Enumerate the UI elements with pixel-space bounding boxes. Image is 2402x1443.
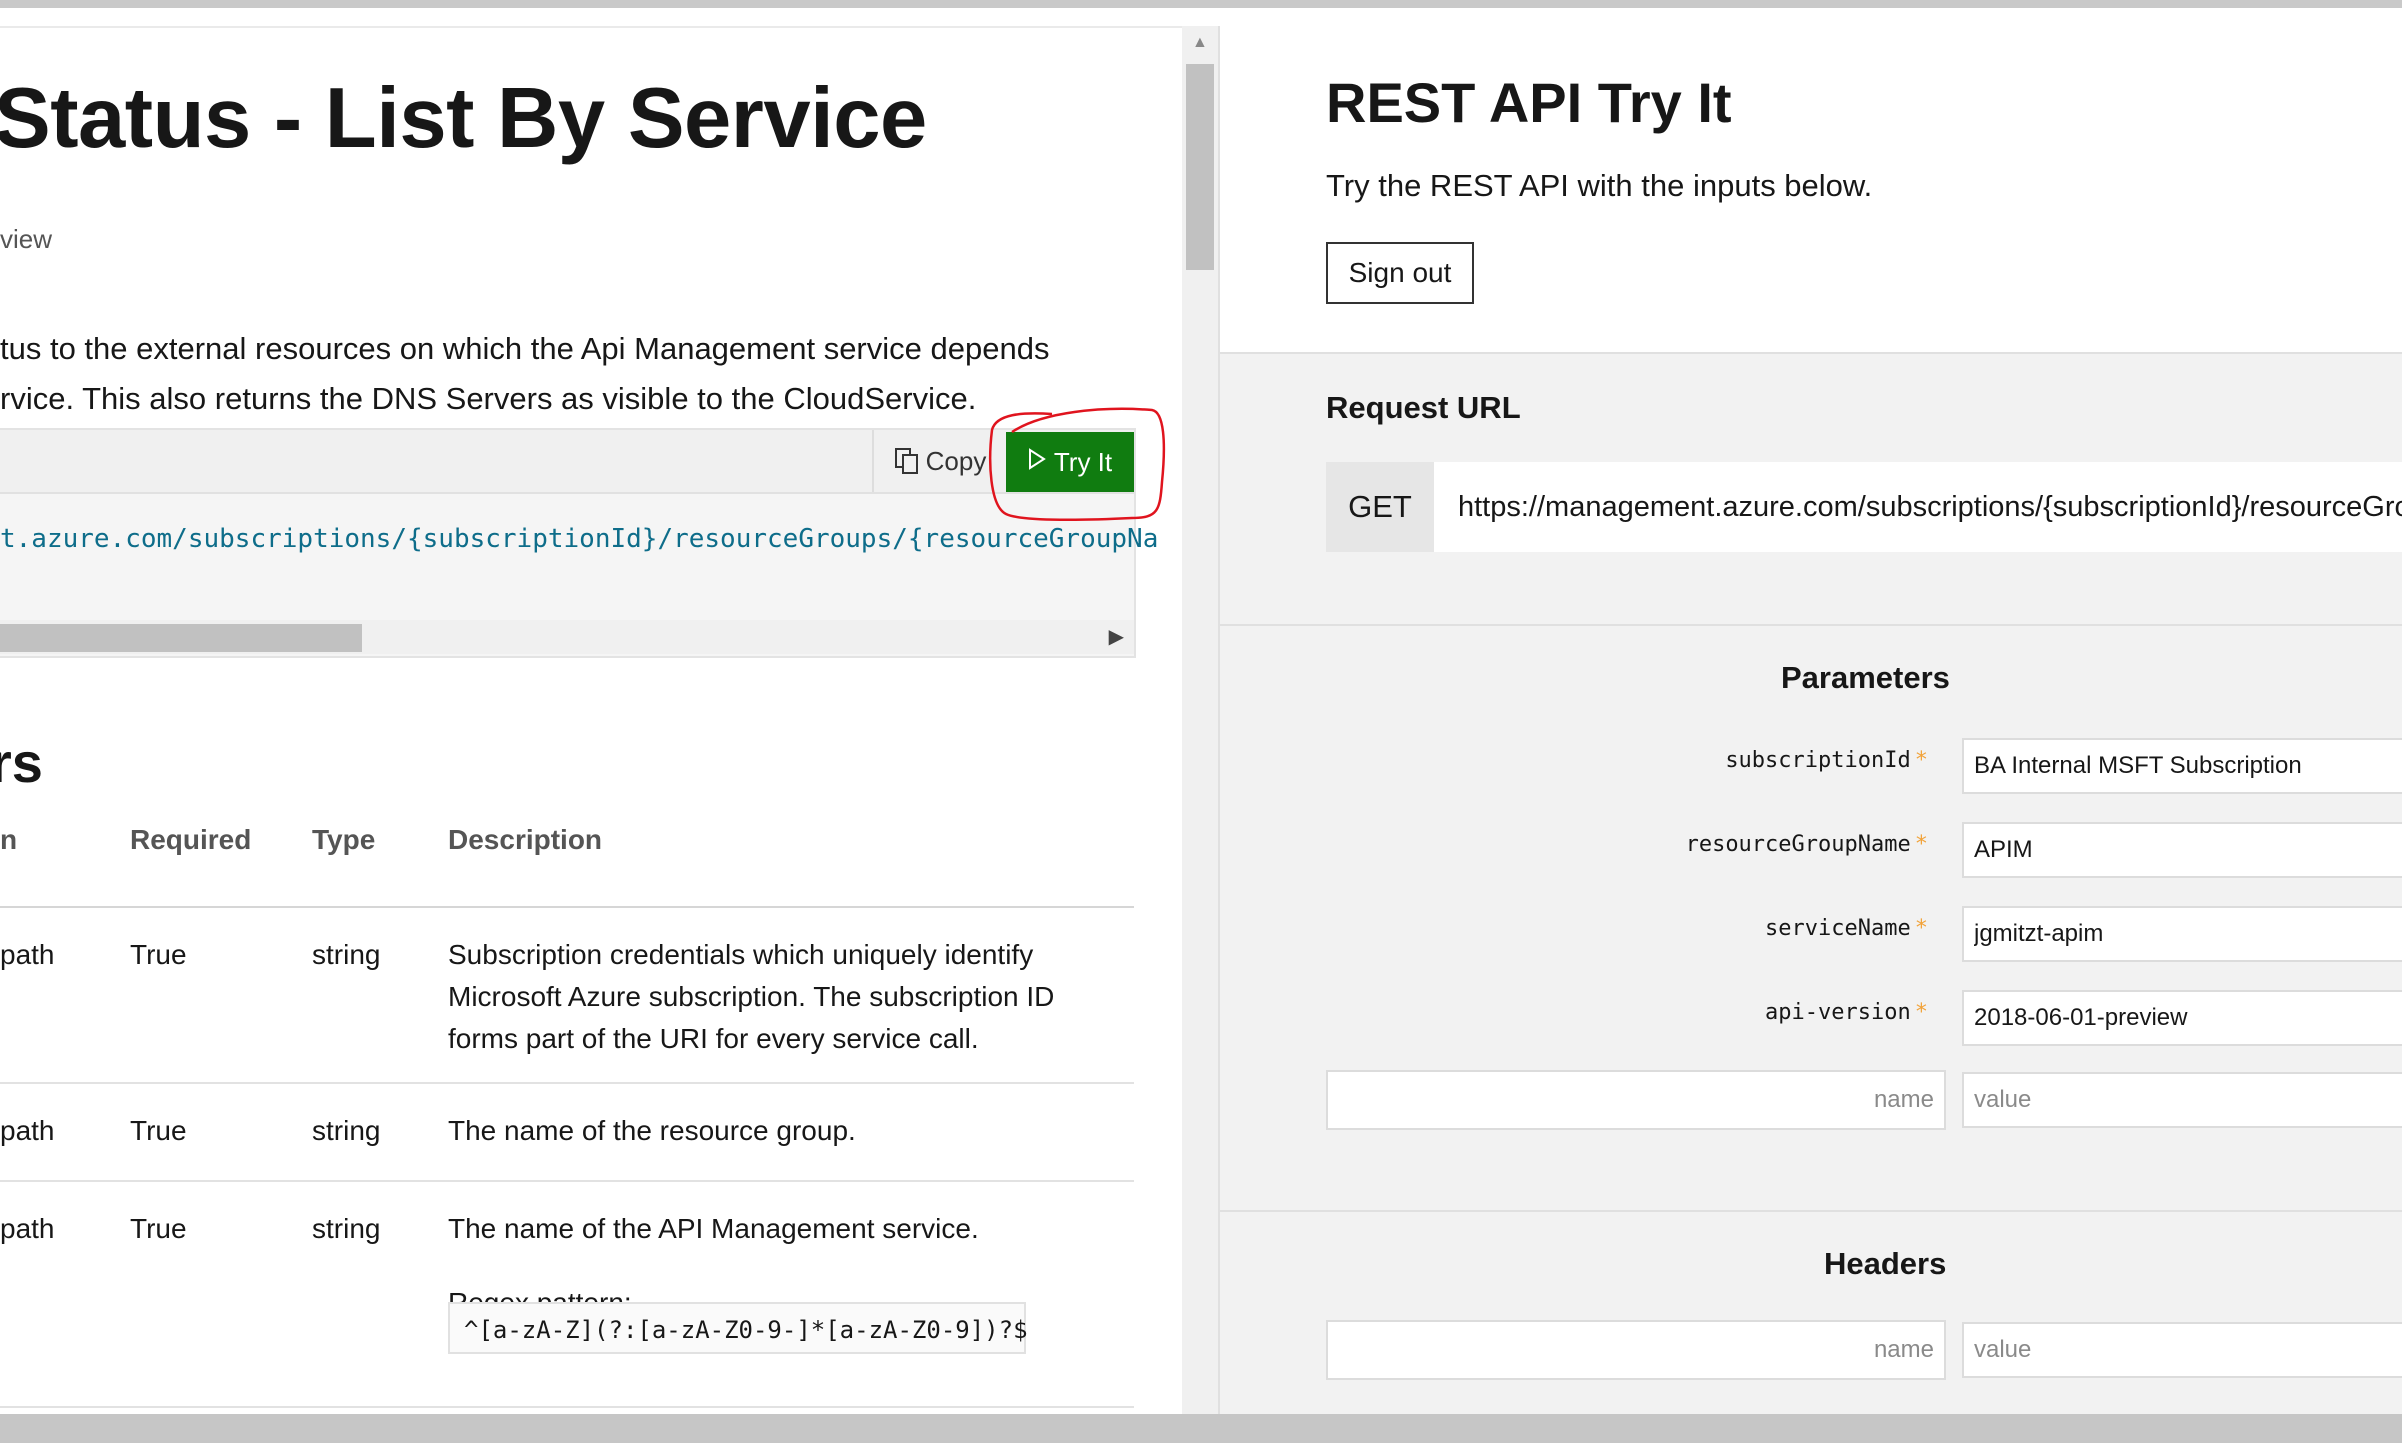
row-divider <box>0 1180 1134 1182</box>
resource-group-name-field[interactable] <box>1962 822 2402 878</box>
cell-required: True <box>130 1213 187 1244</box>
subscription-id-field[interactable] <box>1962 738 2402 794</box>
param-label-servicename: serviceName * <box>1765 916 1928 941</box>
red-annotation-circle <box>988 407 1166 522</box>
scrollbar-thumb[interactable] <box>1186 64 1214 270</box>
request-url-text: https://management.azure.com/subscriptio… <box>1458 491 2402 523</box>
try-it-title: REST API Try It <box>1326 71 1732 134</box>
request-url-code: t.azure.com/subscriptions/{subscriptionI… <box>0 524 1159 554</box>
column-header-type: Type <box>312 824 376 855</box>
section-divider <box>1220 624 2402 626</box>
try-it-subtitle: Try the REST API with the inputs below. <box>1326 168 1873 203</box>
vertical-scrollbar[interactable]: ▲ <box>1182 26 1218 1414</box>
description-line: tus to the external resources on which t… <box>0 331 1050 366</box>
operation-description: tus to the external resources on which t… <box>0 324 1140 424</box>
copy-label: Copy <box>925 445 987 476</box>
regex-pattern-code: ^[a-zA-Z](?:[a-zA-Z0-9-]*[a-zA-Z0-9])?$ <box>448 1302 1028 1354</box>
header-value-input[interactable] <box>1962 1322 2402 1378</box>
column-header-required: Required <box>130 824 252 855</box>
try-it-header: REST API Try It Try the REST API with th… <box>1220 26 2402 354</box>
copy-icon <box>894 447 920 475</box>
scroll-right-arrow-icon[interactable]: ▶ <box>1109 624 1124 649</box>
cell-type: string <box>312 939 381 970</box>
window-bottom-border <box>0 1414 2402 1443</box>
api-version-link[interactable]: view <box>0 224 52 255</box>
code-block-header: Copy Try It <box>0 430 1134 494</box>
cell-in: path <box>0 939 55 970</box>
cell-description: Subscription credentials which uniquely … <box>448 939 1055 1054</box>
cell-description: The name of the resource group. <box>448 1115 856 1146</box>
window-top-border <box>0 0 2402 8</box>
cell-type: string <box>312 1213 381 1244</box>
documentation-pane: Status - List By Service view tus to the… <box>0 26 1182 1416</box>
scrollbar-thumb[interactable] <box>0 624 362 652</box>
row-divider <box>0 1082 1134 1084</box>
cell-required: True <box>130 1115 187 1146</box>
param-label-api-version: api-version * <box>1765 1000 1928 1025</box>
page-title: Status - List By Service <box>0 71 927 166</box>
try-it-panel: REST API Try It Try the REST API with th… <box>1218 26 2402 1414</box>
cell-type: string <box>312 1115 381 1146</box>
cell-in: path <box>0 1115 55 1146</box>
request-url-bar: GET https://management.azure.com/subscri… <box>1326 462 2402 552</box>
scroll-up-arrow-icon[interactable]: ▲ <box>1192 34 1208 52</box>
service-name-field[interactable] <box>1962 906 2402 962</box>
code-horizontal-scrollbar[interactable]: ▶ <box>0 620 1134 654</box>
uri-parameters-heading: rs <box>0 731 43 794</box>
parameters-title: Parameters <box>1781 660 1950 695</box>
sign-out-button[interactable]: Sign out <box>1326 242 1474 304</box>
row-divider <box>0 1406 1134 1408</box>
headers-title: Headers <box>1824 1246 1947 1281</box>
header-divider <box>0 906 1134 908</box>
section-divider <box>1220 1210 2402 1212</box>
column-header-in: n <box>0 824 18 855</box>
http-request-code-block: Copy Try It t.azure.com/subscriptions/{s… <box>0 428 1158 658</box>
cell-description: The name of the API Management service. <box>448 1213 979 1244</box>
param-name-input[interactable] <box>1326 1070 1946 1130</box>
api-version-field[interactable] <box>1962 990 2402 1046</box>
cell-in: path <box>0 1213 55 1244</box>
param-label-resourcegroupname: resourceGroupName * <box>1685 832 1928 857</box>
header-name-input[interactable] <box>1326 1320 1946 1380</box>
request-url-label: Request URL <box>1326 390 1521 425</box>
column-header-description: Description <box>448 824 603 855</box>
param-label-subscriptionid: subscriptionId * <box>1725 748 1928 773</box>
http-method-badge: GET <box>1326 462 1434 552</box>
param-value-input[interactable] <box>1962 1072 2402 1128</box>
cell-required: True <box>130 939 187 970</box>
description-line: rvice. This also returns the DNS Servers… <box>0 381 977 416</box>
